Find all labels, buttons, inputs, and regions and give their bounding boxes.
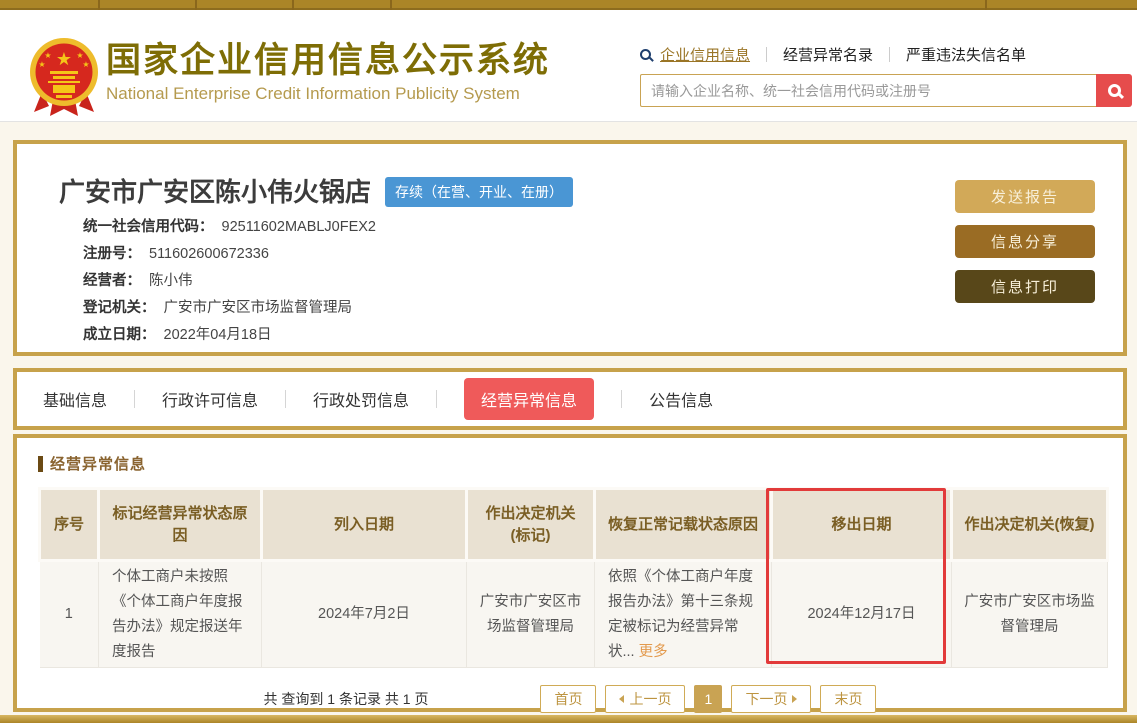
- search-input[interactable]: [640, 74, 1096, 107]
- section-marker-icon: [38, 456, 43, 472]
- abnormal-info-table: 序号 标记经营异常状态原因 列入日期 作出决定机关(标记) 恢复正常记载状态原因…: [38, 487, 1106, 668]
- search-bar: [640, 74, 1132, 107]
- field-registration-no: 注册号：511602600672336: [83, 241, 376, 268]
- nav-link-abnormal-list[interactable]: 经营异常名录: [783, 44, 873, 65]
- col-mark-reason: 标记经营异常状态原因: [99, 489, 262, 561]
- site-title-en: National Enterprise Credit Information P…: [106, 84, 550, 104]
- first-page-button[interactable]: 首页: [540, 685, 596, 713]
- field-operator: 经营者：陈小伟: [83, 268, 376, 295]
- cell-mark-authority: 广安市广安区市场监督管理局: [467, 561, 595, 668]
- search-button[interactable]: [1096, 74, 1132, 107]
- tab-administrative-license[interactable]: 行政许可信息: [135, 387, 285, 411]
- record-count-summary: 共 查询到 1 条记录 共 1 页: [264, 689, 429, 709]
- tab-basic-info[interactable]: 基础信息: [43, 387, 134, 411]
- pagination-buttons: 首页 上一页 1 下一页 末页: [540, 685, 876, 713]
- top-gold-bar: [0, 0, 1137, 10]
- tab-announcement[interactable]: 公告信息: [622, 387, 740, 411]
- company-info-card: 广安市广安区陈小伟火锅店存续（在营、开业、在册） 统一社会信用代码：925116…: [13, 140, 1127, 356]
- cell-restore-authority: 广安市广安区市场监督管理局: [952, 561, 1108, 668]
- divider: [436, 390, 437, 408]
- search-area: 企业信用信息 经营异常名录 严重违法失信名单: [640, 44, 1132, 107]
- tab-abnormal-operation[interactable]: 经营异常信息: [464, 378, 594, 420]
- col-restore-reason: 恢复正常记载状态原因: [595, 489, 772, 561]
- cell-mark-reason: 个体工商户未按照《个体工商户年度报告办法》规定报送年度报告: [99, 561, 262, 668]
- col-seq: 序号: [40, 489, 99, 561]
- field-credit-code: 统一社会信用代码：92511602MABLJ0FEX2: [83, 214, 376, 241]
- table-row: 1 个体工商户未按照《个体工商户年度报告办法》规定报送年度报告 2024年7月2…: [40, 561, 1108, 668]
- nav-link-enterprise-credit[interactable]: 企业信用信息: [660, 44, 750, 65]
- svg-text:★: ★: [76, 51, 83, 60]
- next-arrow-icon: [792, 695, 797, 703]
- col-restore-authority: 作出决定机关(恢复): [952, 489, 1108, 561]
- search-icon: [640, 49, 651, 60]
- search-category-links: 企业信用信息 经营异常名录 严重违法失信名单: [640, 44, 1132, 65]
- divider: [889, 47, 890, 62]
- cell-restore-reason: 依照《个体工商户年度报告办法》第十三条规定被标记为经营异常状... 更多: [595, 561, 772, 668]
- nav-link-illegal-dishonest-list[interactable]: 严重违法失信名单: [906, 44, 1026, 65]
- brand-block: 国家企业信用信息公示系统 National Enterprise Credit …: [106, 41, 550, 104]
- cell-seq: 1: [40, 561, 99, 668]
- svg-text:★: ★: [44, 51, 51, 60]
- svg-text:★: ★: [38, 60, 45, 69]
- cell-list-date: 2024年7月2日: [262, 561, 467, 668]
- col-mark-authority: 作出决定机关(标记): [467, 489, 595, 561]
- status-badge: 存续（在营、开业、在册）: [385, 177, 573, 207]
- field-registration-authority: 登记机关：广安市广安区市场监督管理局: [83, 295, 376, 322]
- abnormal-info-panel: 经营异常信息 序号 标记经营异常状态原因 列入日期 作出决定机关(标记) 恢复正…: [13, 434, 1127, 712]
- table-header-row: 序号 标记经营异常状态原因 列入日期 作出决定机关(标记) 恢复正常记载状态原因…: [40, 489, 1108, 561]
- print-info-button[interactable]: 信息打印: [955, 270, 1095, 303]
- national-emblem-icon: ★ ★ ★ ★ ★: [27, 36, 101, 125]
- company-actions: 发送报告 信息分享 信息打印: [955, 180, 1095, 315]
- more-link[interactable]: 更多: [639, 644, 668, 660]
- site-title-cn: 国家企业信用信息公示系统: [106, 41, 550, 81]
- company-fields: 统一社会信用代码：92511602MABLJ0FEX2 注册号：51160260…: [83, 214, 376, 349]
- site-header: ★ ★ ★ ★ ★ 国家企业信用信息公示系统 National Enterpri…: [0, 10, 1137, 122]
- col-list-date: 列入日期: [262, 489, 467, 561]
- tab-administrative-penalty[interactable]: 行政处罚信息: [286, 387, 436, 411]
- col-remove-date: 移出日期: [772, 489, 952, 561]
- search-button-icon: [1108, 84, 1121, 97]
- divider: [766, 47, 767, 62]
- company-name: 广安市广安区陈小伟火锅店存续（在营、开业、在册）: [59, 172, 573, 209]
- last-page-button[interactable]: 末页: [820, 685, 876, 713]
- svg-text:★: ★: [82, 60, 89, 69]
- tab-bar: 基础信息 行政许可信息 行政处罚信息 经营异常信息 公告信息: [13, 368, 1127, 430]
- svg-text:★: ★: [56, 49, 72, 69]
- next-page-button[interactable]: 下一页: [731, 685, 811, 713]
- share-info-button[interactable]: 信息分享: [955, 225, 1095, 258]
- field-establish-date: 成立日期：2022年04月18日: [83, 322, 376, 349]
- pagination: 共 查询到 1 条记录 共 1 页 首页 上一页 1 下一页 末页: [17, 685, 1123, 713]
- section-title: 经营异常信息: [38, 453, 1123, 474]
- prev-page-button[interactable]: 上一页: [605, 685, 685, 713]
- cell-remove-date: 2024年12月17日: [772, 561, 952, 668]
- current-page-button[interactable]: 1: [694, 685, 722, 713]
- send-report-button[interactable]: 发送报告: [955, 180, 1095, 213]
- footer-gold-bar: [0, 715, 1137, 723]
- prev-arrow-icon: [619, 695, 624, 703]
